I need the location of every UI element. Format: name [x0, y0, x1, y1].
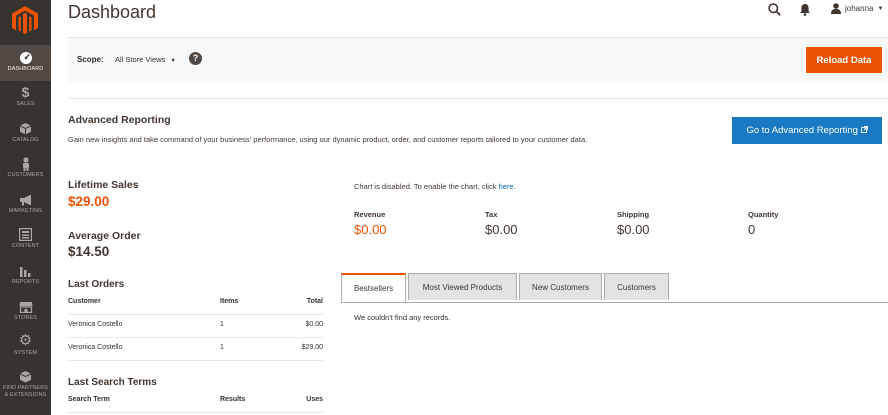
- last-search-terms-table: Search Term Results Uses: [68, 394, 323, 413]
- person-icon: [0, 154, 51, 172]
- advanced-reporting-description: Gain new insights and take command of yo…: [68, 135, 588, 144]
- magento-logo-icon[interactable]: [12, 6, 38, 34]
- quantity-label: Quantity: [748, 210, 779, 219]
- section-divider: [68, 98, 888, 99]
- sidebar-item-stores[interactable]: Stores: [0, 294, 51, 330]
- chevron-down-icon: ▼: [877, 5, 884, 12]
- column-header-customer: Customer: [68, 298, 101, 305]
- extension-box-icon: [0, 367, 51, 385]
- gear-icon: ⚙: [18, 332, 33, 349]
- store-view-switcher[interactable]: All Store Views ▼: [115, 55, 176, 64]
- store-view-value: All Store Views: [115, 55, 166, 64]
- tax-label: Tax: [485, 210, 498, 219]
- cube-icon: [0, 119, 51, 137]
- column-header-items: Items: [220, 298, 239, 305]
- average-order-value: $14.50: [68, 244, 110, 259]
- external-link-icon: [860, 125, 868, 136]
- sidebar-item-find-partners[interactable]: Find Partners & Extensions: [0, 364, 51, 408]
- go-to-advanced-reporting-button[interactable]: Go to Advanced Reporting: [732, 117, 882, 144]
- user-avatar-icon: [831, 3, 841, 14]
- reload-data-button[interactable]: Reload Data: [806, 47, 882, 73]
- page-title: Dashboard: [68, 2, 157, 22]
- order-items: 1: [220, 321, 224, 328]
- advanced-reporting-title: Advanced Reporting: [68, 114, 171, 126]
- table-row[interactable]: Veronica Costello 1 $0.00: [68, 315, 323, 338]
- sidebar-item-marketing[interactable]: Marketing: [0, 187, 51, 223]
- search-icon[interactable]: [768, 3, 781, 21]
- tab-bestsellers[interactable]: Bestsellers: [341, 273, 406, 302]
- revenue-label: Revenue: [354, 210, 386, 219]
- column-header-total: Total: [306, 298, 323, 305]
- lifetime-sales-value: $29.00: [68, 194, 110, 209]
- sidebar-item-reports[interactable]: Reports: [0, 258, 51, 294]
- sidebar-item-label: Stores: [13, 315, 38, 321]
- sidebar-item-label: Marketing: [8, 208, 43, 214]
- shipping-label: Shipping: [617, 210, 650, 219]
- sidebar-item-dashboard[interactable]: Dashboard: [0, 45, 51, 81]
- sidebar-item-label: Catalog: [12, 137, 39, 143]
- tab-new-customers[interactable]: New Customers: [519, 273, 602, 300]
- last-orders-title: Last Orders: [68, 279, 125, 290]
- enable-chart-link[interactable]: here: [499, 182, 514, 191]
- order-customer: Veronica Costello: [68, 321, 123, 328]
- order-total: $29.00: [301, 344, 323, 351]
- last-orders-table: Customer Items Total Veronica Costello 1…: [68, 296, 323, 361]
- table-row[interactable]: Veronica Costello 1 $29.00: [68, 338, 323, 361]
- last-search-terms-title: Last Search Terms: [68, 377, 157, 388]
- sidebar-item-label: & Extensions: [4, 392, 47, 398]
- sidebar-item-label: Reports: [11, 279, 40, 285]
- dashboard-tabs: Bestsellers Most Viewed Products New Cus…: [341, 273, 888, 303]
- average-order-label: Average Order: [68, 230, 141, 242]
- sidebar-item-customers[interactable]: Customers: [0, 151, 51, 187]
- sidebar-item-label: Dashboard: [7, 66, 44, 72]
- sidebar-item-label: Content: [11, 243, 40, 249]
- dollar-icon: $: [21, 84, 30, 100]
- scope-label: Scope:: [77, 55, 104, 64]
- chart-notice-text: Chart is disabled. To enable the chart, …: [354, 182, 499, 191]
- quantity-value: 0: [748, 222, 756, 237]
- store-icon: [0, 297, 51, 315]
- sidebar-item-content[interactable]: Content: [0, 222, 51, 258]
- sidebar-item-system[interactable]: ⚙ System: [0, 329, 51, 365]
- table-header-row: Customer Items Total: [68, 296, 323, 315]
- sidebar-item-label: Customers: [7, 172, 44, 178]
- empty-records-message: We couldn't find any records.: [354, 313, 451, 322]
- advanced-reporting-button-label: Go to Advanced Reporting: [746, 125, 858, 136]
- tax-value: $0.00: [485, 222, 518, 237]
- order-customer: Veronica Costello: [68, 344, 123, 351]
- column-header-results: Results: [220, 396, 246, 403]
- megaphone-icon: [0, 190, 51, 208]
- column-header-search-term: Search Term: [68, 396, 110, 403]
- scope-bar: Scope: All Store Views ▼ ? Reload Data: [68, 37, 888, 82]
- dashboard-gauge-icon: [0, 48, 51, 66]
- column-header-uses: Uses: [306, 396, 323, 403]
- help-question-icon[interactable]: ?: [189, 52, 202, 65]
- chart-disabled-notice: Chart is disabled. To enable the chart, …: [354, 182, 516, 191]
- sidebar-item-label: Find Partners: [2, 385, 49, 391]
- order-items: 1: [220, 344, 224, 351]
- chart-notice-suffix: .: [513, 182, 516, 191]
- revenue-value: $0.00: [354, 222, 387, 237]
- lifetime-sales-label: Lifetime Sales: [68, 179, 139, 191]
- shipping-value: $0.00: [617, 222, 650, 237]
- layout-icon: [0, 225, 51, 243]
- sidebar-item-label: Sales: [16, 101, 35, 107]
- bell-icon[interactable]: [799, 3, 811, 21]
- order-total: $0.00: [305, 321, 323, 328]
- tab-customers[interactable]: Customers: [604, 273, 669, 300]
- chevron-down-icon: ▼: [170, 58, 176, 64]
- user-name: johanna: [845, 4, 874, 13]
- sidebar-item-label: System: [13, 350, 38, 356]
- sidebar-item-catalog[interactable]: Catalog: [0, 116, 51, 152]
- bar-chart-icon: [0, 261, 51, 279]
- sidebar-item-sales[interactable]: $ Sales: [0, 80, 51, 116]
- tab-most-viewed-products[interactable]: Most Viewed Products: [408, 273, 517, 300]
- admin-sidebar: Dashboard $ Sales Catalog Customers Mark…: [0, 0, 51, 415]
- user-menu[interactable]: johanna ▼: [831, 3, 883, 14]
- table-header-row: Search Term Results Uses: [68, 394, 323, 413]
